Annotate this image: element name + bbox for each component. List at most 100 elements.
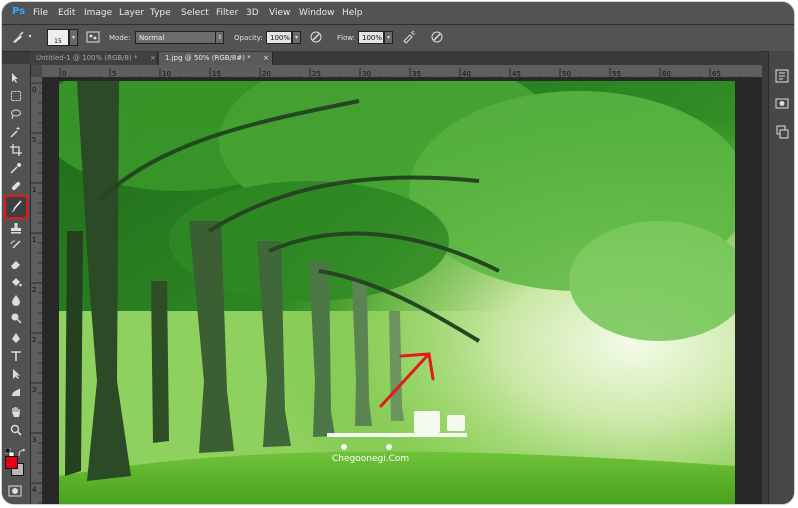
type-icon: [11, 351, 21, 361]
menu-edit[interactable]: Edit: [58, 8, 75, 18]
tool-preset-dropdown-icon[interactable]: ▾: [26, 31, 34, 44]
opacity-dropdown-icon[interactable]: ▾: [292, 31, 301, 44]
drop-icon: [12, 295, 20, 306]
mode-select[interactable]: Normal: [135, 31, 217, 44]
tab-1-jpg[interactable]: 1.jpg @ 50% (RGB/8#) * ×: [159, 52, 273, 65]
close-tab-icon[interactable]: ×: [150, 52, 156, 65]
ruler-tick-label: 35: [412, 70, 421, 78]
ruler-tick-label: 40: [462, 70, 471, 78]
bucket-icon: [12, 278, 22, 287]
magic-wand-icon: [10, 127, 20, 138]
menu-file[interactable]: File: [33, 8, 48, 18]
watermark-url: Chegoonegi.Com: [332, 454, 410, 464]
ruler-tick-label: 0: [32, 86, 36, 94]
menu-layer[interactable]: Layer: [119, 8, 144, 18]
flow-input[interactable]: 100%: [358, 31, 384, 44]
ruler-tick-label: 25: [312, 70, 321, 78]
crop-tool[interactable]: [6, 142, 26, 158]
document-tab-bar: Untitled-1 @ 100% (RGB/8) * × 1.jpg @ 50…: [30, 51, 762, 65]
eyedropper-tool[interactable]: [6, 160, 26, 176]
zoom-tool[interactable]: [6, 422, 26, 438]
brush-panel-toggle-icon[interactable]: [86, 30, 100, 44]
opacity-input[interactable]: 100%: [266, 31, 292, 44]
menu-select[interactable]: Select: [181, 8, 209, 18]
tab-label: Untitled-1 @ 100% (RGB/8) *: [36, 54, 138, 62]
right-panel-dock: [768, 51, 794, 504]
crop-icon: [10, 144, 22, 156]
pen-icon: [12, 333, 20, 343]
lasso-icon: [11, 109, 21, 120]
flow-label: Flow:: [337, 34, 355, 42]
paint-bucket-tool[interactable]: [6, 274, 26, 290]
document-canvas[interactable]: [59, 81, 735, 504]
airbrush-icon[interactable]: [402, 30, 416, 44]
ruler-tick-label: 20: [262, 70, 271, 78]
dodge-tool[interactable]: [6, 310, 26, 326]
ruler-origin[interactable]: [30, 65, 42, 77]
ruler-tick-label: 2: [32, 286, 36, 294]
pressure-opacity-icon[interactable]: [309, 30, 323, 44]
eraser-tool[interactable]: [6, 256, 26, 272]
type-tool[interactable]: [6, 348, 26, 364]
pressure-size-icon[interactable]: [430, 30, 444, 44]
horizontal-ruler[interactable]: 0 5 10 15 20 25 30 35 40 45 50 55 60 65: [42, 65, 762, 80]
photoshop-window: Ps File Edit Image Layer Type Select Fil…: [2, 2, 794, 504]
ruler-tick-label: 5: [112, 70, 116, 78]
quick-mask-icon[interactable]: [8, 482, 22, 497]
mode-label: Mode:: [109, 34, 131, 42]
clone-stamp-tool[interactable]: [6, 220, 26, 236]
foreground-color-swatch[interactable]: [5, 456, 18, 469]
move-tool[interactable]: [6, 70, 26, 86]
history-panel-icon[interactable]: [774, 68, 790, 84]
pen-tool[interactable]: [6, 330, 26, 346]
tab-untitled-1[interactable]: Untitled-1 @ 100% (RGB/8) * ×: [30, 52, 158, 65]
menu-bar: Ps File Edit Image Layer Type Select Fil…: [2, 2, 794, 25]
ruler-tick-label: 5: [32, 136, 36, 144]
path-select-tool[interactable]: [6, 366, 26, 382]
brush-size-picker[interactable]: 15: [47, 29, 69, 46]
hand-tool[interactable]: [6, 404, 26, 420]
ruler-tick-label: 30: [362, 70, 371, 78]
lasso-tool[interactable]: [6, 106, 26, 122]
move-icon: [12, 73, 18, 83]
menu-help[interactable]: Help: [342, 8, 363, 18]
brush-tool[interactable]: [4, 195, 28, 219]
vertical-ruler[interactable]: 0 5 1 1 2 2 3 3 4: [30, 77, 43, 504]
hand-icon: [12, 407, 20, 417]
eraser-icon: [11, 261, 20, 269]
brush-icon: [11, 200, 22, 213]
properties-panel-icon[interactable]: [774, 96, 790, 112]
eyedropper-icon: [10, 163, 21, 174]
menu-3d[interactable]: 3D: [246, 8, 259, 18]
ruler-tick-label: 1: [32, 236, 36, 244]
quick-select-tool[interactable]: [6, 124, 26, 140]
zoom-icon: [10, 424, 22, 436]
shape-tool[interactable]: [6, 384, 26, 400]
marquee-icon: [11, 91, 21, 101]
ruler-tick-label: 0: [62, 70, 66, 78]
menu-type[interactable]: Type: [150, 8, 171, 18]
ruler-tick-label: 15: [212, 70, 221, 78]
brush-preset-icon[interactable]: [11, 30, 25, 44]
healing-brush-tool[interactable]: [6, 178, 26, 194]
layers-panel-icon[interactable]: [774, 124, 790, 140]
ruler-tick-label: 55: [612, 70, 621, 78]
brush-size-dropdown-icon[interactable]: ▾: [69, 29, 78, 46]
marquee-tool[interactable]: [6, 88, 26, 104]
close-tab-icon[interactable]: ×: [263, 52, 269, 65]
blur-tool[interactable]: [6, 292, 26, 308]
menu-image[interactable]: Image: [84, 8, 112, 18]
history-brush-tool[interactable]: [6, 238, 26, 254]
shape-icon: [12, 388, 20, 396]
default-colors-icon[interactable]: [4, 443, 15, 458]
menu-view[interactable]: View: [269, 8, 290, 18]
swap-colors-icon[interactable]: [17, 443, 27, 457]
stamp-icon: [11, 223, 21, 234]
tools-panel: [2, 64, 31, 504]
ruler-tick-label: 10: [162, 70, 171, 78]
menu-window[interactable]: Window: [299, 8, 335, 18]
ruler-tick-label: 3: [32, 436, 36, 444]
mode-dropdown-icon[interactable]: ⇕: [215, 31, 224, 44]
menu-filter[interactable]: Filter: [216, 8, 238, 18]
flow-dropdown-icon[interactable]: ▾: [384, 31, 393, 44]
